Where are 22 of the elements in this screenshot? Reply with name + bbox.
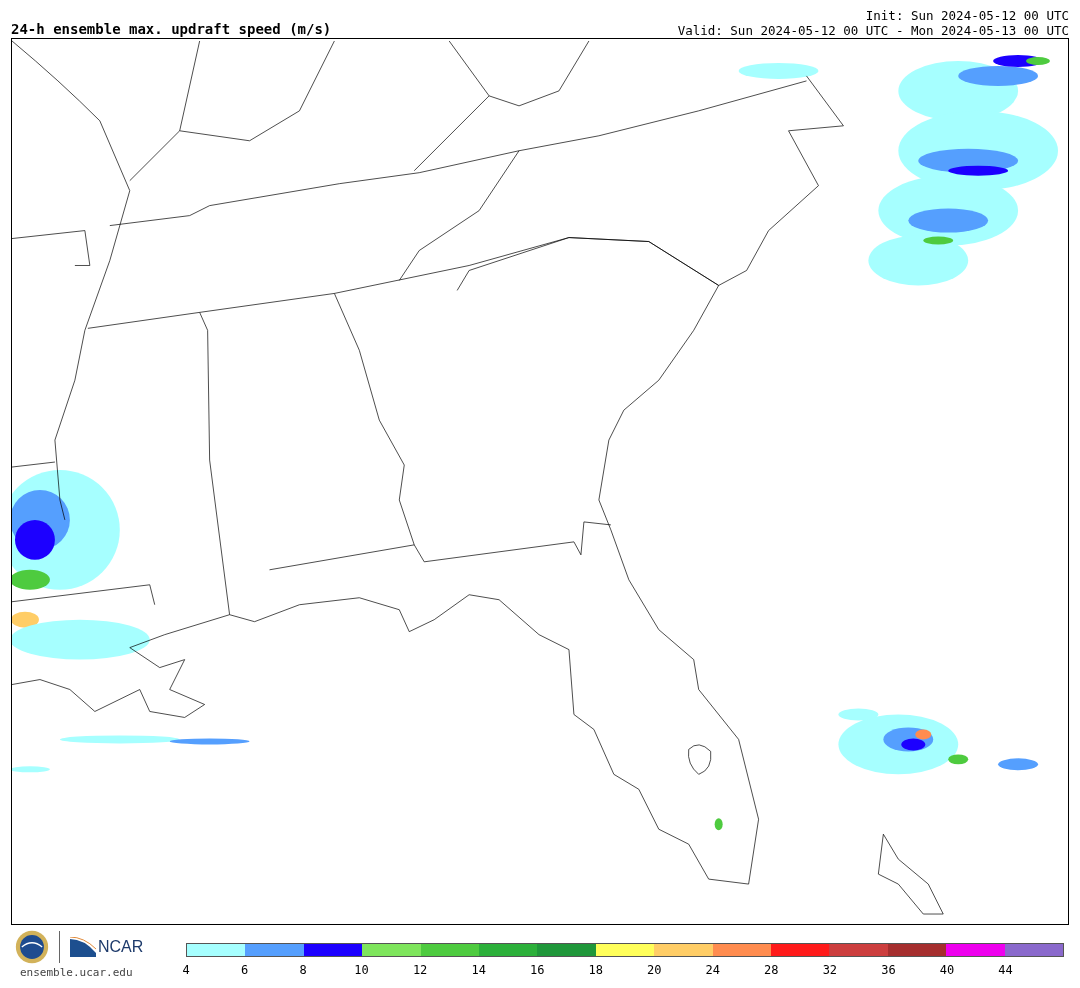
tick-label: 44	[998, 963, 1013, 977]
tick-label: 14	[471, 963, 486, 977]
init-time: Init: Sun 2024-05-12 00 UTC	[865, 8, 1069, 23]
tick-label: 36	[881, 963, 896, 977]
tick-label: 28	[764, 963, 779, 977]
globe-seal-icon	[15, 930, 49, 964]
wave-icon	[70, 937, 96, 957]
tick-label: 12	[412, 963, 428, 977]
logo-text: NCAR	[98, 938, 144, 956]
tick-label: 16	[529, 963, 545, 977]
chart-title: 24-h ensemble max. updraft speed (m/s)	[11, 20, 332, 38]
tick-label: 6	[240, 963, 249, 977]
valid-time: Valid: Sun 2024-05-12 00 UTC - Mon 2024-05-13 00 UTC	[677, 23, 1069, 38]
website-link[interactable]: ensemble.ucar.edu	[20, 966, 133, 979]
tick-label: 24	[705, 963, 720, 977]
tick-label: 8	[299, 963, 307, 977]
tick-label: 4	[182, 963, 190, 977]
tick-label: 20	[647, 963, 662, 977]
tick-label: 18	[588, 963, 603, 977]
tick-label: 40	[939, 963, 955, 977]
tick-label: 32	[822, 963, 838, 977]
tick-label: 10	[354, 963, 369, 977]
